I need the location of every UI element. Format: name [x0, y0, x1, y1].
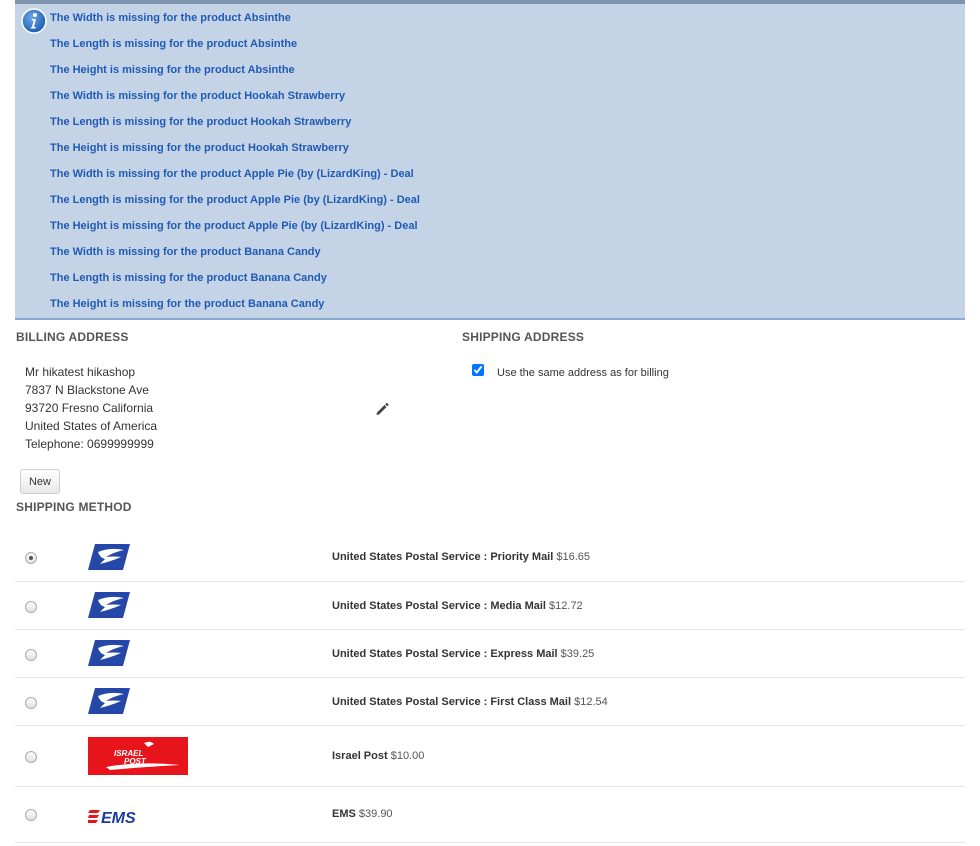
shipping-option-label: Israel Post $10.00: [332, 750, 425, 762]
notice-message: The Width is missing for the product Hoo…: [50, 90, 346, 102]
info-icon: [21, 8, 47, 34]
shipping-option-label: United States Postal Service : Priority …: [332, 551, 591, 563]
shipping-radio[interactable]: [25, 649, 37, 661]
new-address-button[interactable]: New: [20, 469, 60, 494]
notice-message: The Length is missing for the product Ho…: [50, 116, 352, 128]
shipping-option-first-class-mail[interactable]: United States Postal Service : First Cla…: [15, 678, 965, 726]
notice-message: The Length is missing for the product Ba…: [50, 272, 327, 284]
shipping-radio[interactable]: [25, 601, 37, 613]
shipping-radio[interactable]: [25, 552, 37, 564]
same-address-label: Use the same address as for billing: [497, 367, 669, 379]
israel-post-logo: ISRAEL POST: [88, 737, 188, 775]
shipping-address-title: SHIPPING ADDRESS: [462, 330, 585, 344]
shipping-radio[interactable]: [25, 809, 37, 821]
shipping-option-ems[interactable]: EMS EMS $39.90: [15, 787, 965, 843]
pencil-icon[interactable]: [374, 401, 390, 417]
shipping-option-israel-post[interactable]: ISRAEL POST Israel Post $10.00: [15, 726, 965, 787]
shipping-option-media-mail[interactable]: United States Postal Service : Media Mai…: [15, 582, 965, 630]
shipping-method-title: SHIPPING METHOD: [16, 500, 132, 514]
same-address-checkbox[interactable]: [472, 364, 484, 376]
svg-text:POST: POST: [124, 757, 147, 766]
shipping-radio[interactable]: [25, 751, 37, 763]
notice-message: The Width is missing for the product App…: [50, 168, 414, 180]
notice-message: The Height is missing for the product Ho…: [50, 142, 349, 154]
shipping-option-label: United States Postal Service : Media Mai…: [332, 600, 583, 612]
notice-message: The Height is missing for the product Ab…: [50, 64, 295, 76]
shipping-option-label: EMS $39.90: [332, 808, 393, 820]
address-name: Mr hikatest hikashop: [25, 365, 136, 379]
address-country: United States of America: [25, 419, 158, 433]
address-street: 7837 N Blackstone Ave: [25, 383, 149, 397]
notice-message: The Height is missing for the product Ba…: [50, 298, 325, 310]
address-telephone: Telephone: 0699999999: [25, 437, 154, 451]
notice-list: The Width is missing for the product Abs…: [50, 11, 420, 323]
notice-message: The Length is missing for the product Ap…: [50, 194, 420, 206]
notice-message: The Length is missing for the product Ab…: [50, 38, 298, 50]
notice-panel: The Width is missing for the product Abs…: [15, 4, 965, 320]
svg-text:EMS: EMS: [101, 810, 136, 826]
shipping-radio[interactable]: [25, 697, 37, 709]
usps-logo: [88, 544, 130, 570]
billing-address: Mr hikatest hikashop 7837 N Blackstone A…: [25, 363, 157, 453]
usps-logo: [88, 592, 130, 618]
billing-address-title: BILLING ADDRESS: [16, 330, 129, 344]
shipping-option-express-mail[interactable]: United States Postal Service : Express M…: [15, 630, 965, 678]
shipping-option-label: United States Postal Service : Express M…: [332, 648, 595, 660]
shipping-option-label: United States Postal Service : First Cla…: [332, 696, 608, 708]
shipping-option-priority-mail[interactable]: United States Postal Service : Priority …: [15, 533, 965, 582]
ems-logo: EMS: [88, 810, 136, 826]
address-city: 93720 Fresno California: [25, 401, 154, 415]
notice-message: The Width is missing for the product Ban…: [50, 246, 321, 258]
notice-message: The Width is missing for the product Abs…: [50, 12, 291, 24]
notice-message: The Height is missing for the product Ap…: [50, 220, 418, 232]
usps-logo: [88, 640, 130, 666]
usps-logo: [88, 688, 130, 714]
shipping-method-list: United States Postal Service : Priority …: [15, 533, 965, 843]
